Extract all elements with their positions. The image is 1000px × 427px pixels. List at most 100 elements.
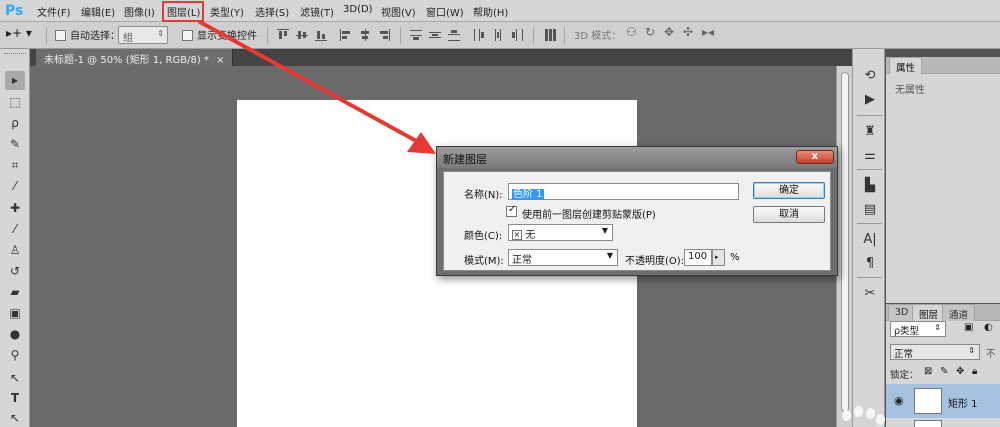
tab-layers[interactable]: 图层 xyxy=(912,304,946,321)
close-icon[interactable]: × xyxy=(216,55,224,66)
path-selection-tool-icon[interactable]: ↖ xyxy=(5,369,25,388)
close-button[interactable]: x xyxy=(796,150,834,164)
layer-filter-dropdown[interactable]: ρ类型 ⇕ xyxy=(890,321,946,337)
blur-tool-icon[interactable]: ● xyxy=(5,325,25,344)
menu-window[interactable]: 窗口(W) xyxy=(426,4,464,19)
move-tool-icon[interactable]: ▸ xyxy=(5,71,25,90)
vertical-scrollbar[interactable] xyxy=(836,66,852,427)
dock-separator xyxy=(857,115,882,116)
document-tab[interactable]: 未标题-1 @ 50% (矩形 1, RGB/8) * × xyxy=(36,49,234,66)
3d-pan-icon[interactable]: ✥ xyxy=(664,25,674,39)
3d-scale-icon[interactable]: ▸◂ xyxy=(702,25,714,39)
clone-stamp-tool-icon[interactable]: ♙ xyxy=(5,241,25,260)
tab-properties[interactable]: 属性 xyxy=(889,57,923,74)
tools-options-panel-icon[interactable]: ✂ xyxy=(861,285,879,303)
show-transform-label: 显示变换控件 xyxy=(197,31,257,42)
brush-tool-icon[interactable]: ⁄ xyxy=(5,220,25,239)
3d-roll-icon[interactable]: ↻ xyxy=(645,25,655,39)
lasso-tool-icon[interactable]: ρ xyxy=(5,114,25,133)
move-tool-preset-icon[interactable]: ▸+ ▾ xyxy=(6,26,32,40)
menu-image[interactable]: 图像(I) xyxy=(124,4,155,19)
eye-icon[interactable]: ◉ xyxy=(894,394,904,407)
name-label: 名称(N): xyxy=(464,190,503,201)
healing-brush-tool-icon[interactable]: ✚ xyxy=(5,199,25,218)
mode-label: 模式(M): xyxy=(464,256,504,267)
layer-name-value: 色阶 1 xyxy=(512,189,544,200)
show-transform-checkbox[interactable] xyxy=(182,30,193,41)
align-left-icon[interactable] xyxy=(340,29,352,41)
tools-panel: ▸ ⬚ ρ ✎ ⌗ ⁄ ✚ ⁄ ♙ ↺ ▰ ▣ ● ⚲ ↖ T ↖ xyxy=(0,49,30,427)
dock-separator xyxy=(857,223,882,224)
align-right-icon[interactable] xyxy=(378,29,390,41)
distribute-right-icon[interactable] xyxy=(511,29,523,41)
menu-edit[interactable]: 编辑(E) xyxy=(81,4,115,19)
lock-transparent-icon[interactable]: ⊠ xyxy=(924,366,932,377)
menu-view[interactable]: 视图(V) xyxy=(381,4,416,19)
layer-name[interactable]: 矩形 1 xyxy=(948,395,978,410)
character-panel-icon[interactable]: A| xyxy=(861,231,879,249)
dropdown-arrow-icon: ▼ xyxy=(606,251,613,260)
menu-select[interactable]: 选择(S) xyxy=(255,4,289,19)
dodge-tool-icon[interactable]: ⚲ xyxy=(5,346,25,365)
align-hcenter-icon[interactable] xyxy=(359,29,371,41)
eraser-tool-icon[interactable]: ▰ xyxy=(5,283,25,302)
menu-3d[interactable]: 3D(D) xyxy=(343,4,373,15)
mode-dropdown[interactable]: 正常 ▼ xyxy=(508,249,618,266)
paragraph-panel-icon[interactable]: ¶ xyxy=(861,255,879,273)
history-panel-icon[interactable]: ⟲ xyxy=(861,67,879,85)
auto-select-checkbox[interactable] xyxy=(55,30,66,41)
dialog-titlebar[interactable]: 新建图层 x xyxy=(437,147,837,168)
color-dropdown[interactable]: × 无 ▼ xyxy=(508,224,613,241)
distribute-vcenter-icon[interactable] xyxy=(429,29,441,41)
direct-selection-tool-icon[interactable]: ↖ xyxy=(5,409,25,427)
brush-preset-panel-icon[interactable]: ♜ xyxy=(861,123,879,141)
gradient-tool-icon[interactable]: ▣ xyxy=(5,304,25,323)
adjustments-panel-icon[interactable]: ⚌ xyxy=(861,147,879,165)
scrollbar-thumb[interactable] xyxy=(841,72,849,412)
tab-channels[interactable]: 通道 xyxy=(942,304,976,321)
align-top-icon[interactable] xyxy=(277,29,289,41)
history-brush-tool-icon[interactable]: ↺ xyxy=(5,262,25,281)
marquee-tool-icon[interactable]: ⬚ xyxy=(5,93,25,112)
photoshop-logo: Ps xyxy=(5,3,24,19)
menu-filter[interactable]: 滤镜(T) xyxy=(300,4,334,19)
align-vcenter-icon[interactable] xyxy=(296,29,308,41)
actions-panel-icon[interactable]: ▶ xyxy=(861,91,879,109)
clip-mask-checkbox[interactable]: ✓ xyxy=(506,204,517,217)
layer-row[interactable]: ◉ 矩形 1 xyxy=(886,384,1000,418)
menu-file[interactable]: 文件(F) xyxy=(37,4,71,19)
menu-help[interactable]: 帮助(H) xyxy=(473,4,508,19)
color-label: 颜色(C): xyxy=(464,231,503,242)
distribute-hcenter-icon[interactable] xyxy=(492,29,504,41)
eyedropper-tool-icon[interactable]: ⁄ xyxy=(5,177,25,196)
blend-mode-dropdown[interactable]: 正常 ⇕ xyxy=(890,344,980,360)
3d-orbit-icon[interactable]: ⚇ xyxy=(626,25,637,39)
options-separator xyxy=(46,27,47,44)
filter-image-icon[interactable]: ▣ xyxy=(964,322,973,333)
3d-slide-icon[interactable]: ✣ xyxy=(683,25,693,39)
panel-grip[interactable] xyxy=(4,53,26,57)
ok-button[interactable]: 确定 xyxy=(753,182,825,199)
distribute-left-icon[interactable] xyxy=(473,29,485,41)
distribute-bottom-icon[interactable] xyxy=(448,29,460,41)
lock-image-icon[interactable]: ✎ xyxy=(940,366,948,377)
crop-tool-icon[interactable]: ⌗ xyxy=(5,156,25,175)
auto-select-label: 自动选择： xyxy=(70,31,120,42)
opacity-input[interactable]: 100 xyxy=(684,249,712,266)
lock-all-icon[interactable]: 🔒︎ xyxy=(972,366,977,377)
auto-align-layers-icon[interactable] xyxy=(544,29,556,41)
align-bottom-icon[interactable] xyxy=(315,29,327,41)
type-tool-icon[interactable]: T xyxy=(5,389,25,408)
cancel-button[interactable]: 取消 xyxy=(753,206,825,223)
info-panel-icon[interactable]: ▤ xyxy=(861,201,879,219)
quick-select-tool-icon[interactable]: ✎ xyxy=(5,135,25,154)
lock-position-icon[interactable]: ✥ xyxy=(956,366,964,377)
layer-name-input[interactable]: 色阶 1 xyxy=(508,183,739,200)
distribute-top-icon[interactable] xyxy=(410,29,422,41)
menu-type[interactable]: 类型(Y) xyxy=(210,4,244,19)
options-separator xyxy=(533,27,534,44)
filter-adjustment-icon[interactable]: ◐ xyxy=(984,322,993,333)
auto-select-dropdown[interactable]: 组 ⇕ xyxy=(118,26,168,44)
opacity-stepper-button[interactable]: ▸ xyxy=(712,249,725,266)
tool-presets-panel-icon[interactable]: ▙ xyxy=(861,177,879,195)
